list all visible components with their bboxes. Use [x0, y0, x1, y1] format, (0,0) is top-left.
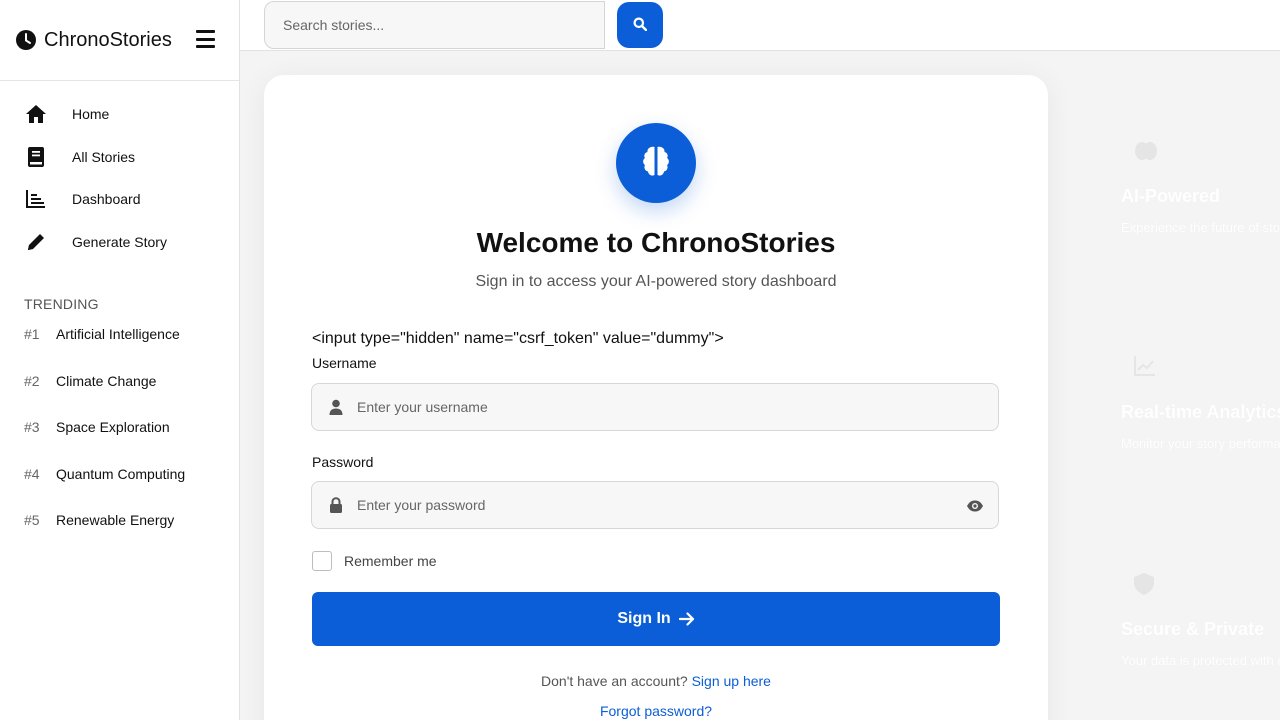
trending-rank: #5 [24, 512, 40, 528]
password-input[interactable] [357, 497, 917, 513]
sidebar-item-all-stories[interactable]: All Stories [0, 136, 239, 179]
topbar [240, 0, 1280, 51]
forgot-password-link[interactable]: Forgot password? [600, 703, 712, 719]
trending-item[interactable]: #1 Artificial Intelligence [0, 319, 239, 366]
clock-icon [16, 30, 36, 50]
lock-icon [328, 497, 344, 513]
feature-desc: Experience the future of storytelling wi… [1121, 220, 1280, 235]
sidebar-item-home[interactable]: Home [0, 93, 239, 136]
trending-rank: #3 [24, 419, 40, 435]
signup-link[interactable]: Sign up here [692, 673, 771, 689]
sidebar-item-dashboard[interactable]: Dashboard [0, 178, 239, 221]
menu-toggle-icon[interactable] [196, 30, 215, 48]
sidebar-nav: Home All Stories Dashboard Generate Stor… [0, 81, 239, 263]
trending-label: Space Exploration [56, 419, 170, 435]
login-title: Welcome to ChronoStories [476, 227, 836, 258]
feature-secure-private: Secure & Private Your data is protected … [1100, 573, 1280, 671]
pencil-icon [24, 230, 48, 254]
sidebar: ChronoStories Home All Stories Dashboard [0, 0, 240, 720]
username-input[interactable] [357, 399, 917, 415]
eye-icon[interactable] [966, 497, 984, 515]
remember-me[interactable]: Remember me [312, 551, 437, 571]
feature-title: Secure & Private [1121, 619, 1265, 639]
username-label: Username [312, 355, 377, 371]
brand-name[interactable]: ChronoStories [44, 29, 172, 52]
password-field-wrapper [311, 481, 999, 529]
feature-desc: Your data is protected with enterprise s… [1121, 653, 1280, 668]
sidebar-item-label: All Stories [72, 148, 136, 165]
trending-item[interactable]: #4 Quantum Computing [0, 459, 239, 506]
search-icon [633, 17, 648, 34]
sidebar-item-generate-story[interactable]: Generate Story [0, 221, 239, 264]
forgot-password-line: Forgot password? [264, 703, 1048, 719]
search-button[interactable] [617, 2, 663, 48]
shield-icon [1134, 573, 1156, 595]
feature-title: Real-time Analytics [1121, 402, 1280, 422]
sidebar-item-label: Dashboard [72, 191, 141, 208]
chart-line-icon [1134, 356, 1156, 378]
trending-label: Quantum Computing [56, 465, 186, 482]
feature-desc: Monitor your story performance with real… [1121, 436, 1280, 451]
sidebar-item-label: Generate Story [72, 233, 167, 250]
trending-label: Climate Change [56, 372, 157, 389]
brain-icon [639, 144, 673, 183]
brain-logo [616, 123, 696, 203]
search-input[interactable] [264, 1, 605, 49]
sign-in-button[interactable]: Sign In [312, 592, 1000, 646]
trending-heading: TRENDING [24, 296, 99, 312]
login-subtitle: Sign in to access your AI-powered story … [475, 273, 837, 290]
trending-item[interactable]: #3 Space Exploration [0, 412, 239, 459]
sign-in-label: Sign In [617, 610, 671, 627]
feature-title: AI-Powered [1121, 186, 1221, 206]
trending-item[interactable]: #5 Renewable Energy [0, 505, 239, 552]
trending-rank: #4 [24, 465, 40, 482]
trending-label: Renewable Energy [56, 512, 175, 528]
remember-me-label: Remember me [344, 553, 437, 569]
home-icon [24, 102, 48, 126]
sidebar-item-label: Home [72, 106, 110, 123]
password-label: Password [312, 454, 374, 470]
user-icon [328, 399, 344, 415]
brain-icon [1134, 140, 1157, 162]
trending-rank: #1 [24, 326, 40, 342]
trending-rank: #2 [24, 372, 40, 389]
username-field-wrapper [311, 383, 999, 431]
chart-icon [24, 187, 48, 211]
signup-prompt: Don't have an account? [541, 673, 688, 689]
book-icon [24, 145, 48, 169]
trending-list: #1 Artificial Intelligence #2 Climate Ch… [0, 319, 239, 552]
features-panel: AI-Powered Experience the future of sto r… [1100, 100, 1280, 720]
arrow-right-icon [678, 612, 695, 626]
feature-real-time-analytics: Real-time Analytics Monitor your story p… [1100, 356, 1280, 454]
csrf-raw-text: <input type="hidden" name="csrf_token" v… [312, 330, 724, 347]
trending-label: Artificial Intelligence [56, 326, 180, 342]
remember-me-checkbox[interactable] [312, 551, 332, 571]
trending-item[interactable]: #2 Climate Change [0, 366, 239, 413]
feature-ai-powered: AI-Powered Experience the future of stor… [1100, 140, 1280, 238]
signup-line: Don't have an account? Sign up here [264, 673, 1048, 689]
login-card: Welcome to ChronoStories Sign in to acce… [264, 75, 1048, 720]
